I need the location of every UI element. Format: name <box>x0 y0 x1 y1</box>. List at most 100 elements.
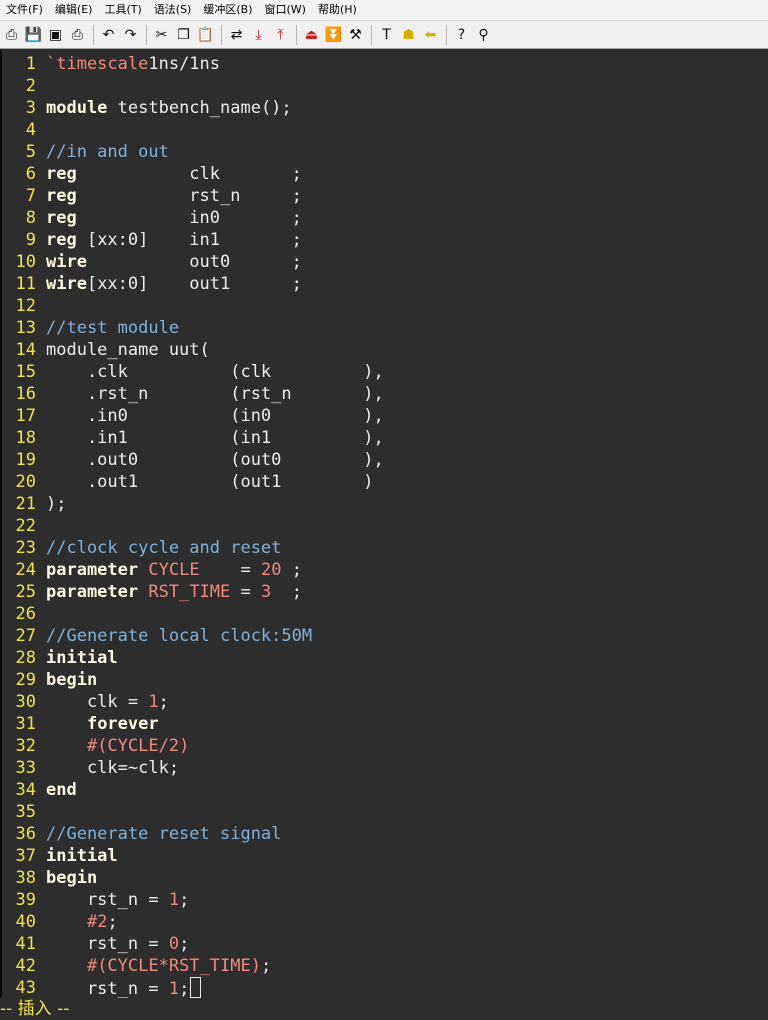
code-token: parameter <box>46 560 139 580</box>
code-token: ; <box>179 934 190 954</box>
line-number: 15 <box>15 362 36 382</box>
code-token: 0 <box>168 934 180 954</box>
code-text: clk = 1; <box>46 691 169 713</box>
line-number: 33 <box>15 758 36 778</box>
code-token: //in and out <box>46 142 169 162</box>
code-token: = <box>230 582 261 602</box>
code-text: forever <box>46 713 159 735</box>
code-token: ; <box>158 692 169 712</box>
line-number: 37 <box>15 846 36 866</box>
line-number: 32 <box>15 736 36 756</box>
code-token: reg <box>46 186 77 206</box>
find-next-icon[interactable]: ⤓ <box>249 24 268 46</box>
code-text: #(CYCLE*RST_TIME); <box>46 955 271 977</box>
code-text: reg [xx:0] in1 ; <box>46 229 302 251</box>
replace-icon[interactable]: ⇄ <box>227 24 246 46</box>
code-text: //in and out <box>46 141 169 163</box>
code-token: //clock cycle and reset <box>46 538 282 558</box>
code-text: .in1 (in1 ), <box>46 427 384 449</box>
open-icon[interactable]: ⎙ <box>2 24 21 46</box>
line-number: 41 <box>15 934 36 954</box>
load-session-icon[interactable]: ⏏ <box>302 24 321 46</box>
find-prev-icon[interactable]: ⤒ <box>271 24 290 46</box>
menu-item-6[interactable]: 帮助(H) <box>312 0 363 20</box>
code-token: reg <box>46 230 77 250</box>
menu-item-2[interactable]: 工具(T) <box>98 0 147 20</box>
code-text: #(CYCLE/2) <box>46 735 189 757</box>
menu-item-4[interactable]: 缓冲区(B) <box>197 0 258 20</box>
line-number: 9 <box>25 230 36 250</box>
code-text: wire out0 ; <box>46 251 302 273</box>
code-token: ; <box>179 890 190 910</box>
line-number: 2 <box>25 76 36 96</box>
code-text: module_name uut( <box>46 339 210 361</box>
tag-jump-icon[interactable]: ⬅ <box>421 24 440 46</box>
menu-item-1[interactable]: 编辑(E) <box>49 0 99 20</box>
code-token: //Generate reset signal <box>46 824 282 844</box>
code-token: .in0 (in0 ), <box>46 406 384 426</box>
line-number: 13 <box>15 318 36 338</box>
line-number: 25 <box>15 582 36 602</box>
paste-icon[interactable]: 📋 <box>196 24 215 46</box>
save-icon[interactable]: 💾 <box>24 24 43 46</box>
code-text: end <box>46 779 77 801</box>
code-token: //Generate local clock:50M <box>46 626 313 646</box>
find-help-icon[interactable]: ⚲ <box>474 24 493 46</box>
line-number: 36 <box>15 824 36 844</box>
code-token: 1ns/1ns <box>148 54 221 74</box>
save-all-icon[interactable]: ▣ <box>46 24 65 46</box>
line-number: 27 <box>15 626 36 646</box>
code-token: end <box>46 780 77 800</box>
code-text: initial <box>46 647 118 669</box>
menu-item-3[interactable]: 语法(S) <box>148 0 198 20</box>
shell-icon[interactable]: ☗ <box>399 24 418 46</box>
code-text: module testbench_name(); <box>46 97 292 119</box>
toolbar-separator <box>146 24 147 45</box>
code-editor[interactable]: 1 `timescale1ns/1ns 2 3 module testbench_nam… <box>0 50 768 999</box>
line-number: 29 <box>15 670 36 690</box>
text-cursor <box>190 977 202 998</box>
help-icon[interactable]: ? <box>452 24 471 46</box>
line-number: 24 <box>15 560 36 580</box>
copy-icon[interactable]: ❐ <box>174 24 193 46</box>
cut-icon[interactable]: ✂ <box>152 24 171 46</box>
code-token: wire <box>46 252 87 272</box>
line-number: 38 <box>15 868 36 888</box>
print-icon[interactable]: ⎙ <box>68 24 87 46</box>
line-number: 40 <box>15 912 36 932</box>
line-number: 19 <box>15 450 36 470</box>
code-text: #2; <box>46 911 118 933</box>
code-token: .out1 (out1 ) <box>46 472 374 492</box>
line-number: 11 <box>15 274 36 294</box>
line-number: 34 <box>15 780 36 800</box>
code-token: forever <box>86 714 159 734</box>
code-text: begin <box>46 867 97 889</box>
code-token: //test module <box>46 318 180 338</box>
undo-icon[interactable]: ↶ <box>99 24 118 46</box>
save-session-icon[interactable]: ⏬ <box>324 24 343 46</box>
line-number: 22 <box>15 516 36 536</box>
code-text: begin <box>46 669 97 691</box>
menu-bar: 文件(F) 编辑(E) 工具(T) 语法(S) 缓冲区(B) 窗口(W) 帮助(H) <box>0 0 768 21</box>
code-token: 1 <box>168 890 180 910</box>
make-icon[interactable]: T <box>377 24 396 46</box>
menu-item-5[interactable]: 窗口(W) <box>259 0 312 20</box>
code-text: //Generate reset signal <box>46 823 281 845</box>
status-bar: -- 插入 -- <box>0 998 768 1020</box>
line-number: 18 <box>15 428 36 448</box>
line-number: 12 <box>15 296 36 316</box>
run-script-icon[interactable]: ⚒ <box>346 24 365 46</box>
menu-item-0[interactable]: 文件(F) <box>0 0 49 20</box>
redo-icon[interactable]: ↷ <box>121 24 140 46</box>
code-token: RST_TIME <box>148 582 231 602</box>
code-text: //clock cycle and reset <box>46 537 281 559</box>
code-token: reg <box>46 164 77 184</box>
code-text: .out0 (out0 ), <box>46 449 384 471</box>
line-number: 1 <box>25 54 36 74</box>
code-token: rst_n = <box>46 934 169 954</box>
code-token: rst_n = <box>46 979 169 999</box>
code-token: ; <box>260 956 272 976</box>
line-number: 21 <box>15 494 36 514</box>
